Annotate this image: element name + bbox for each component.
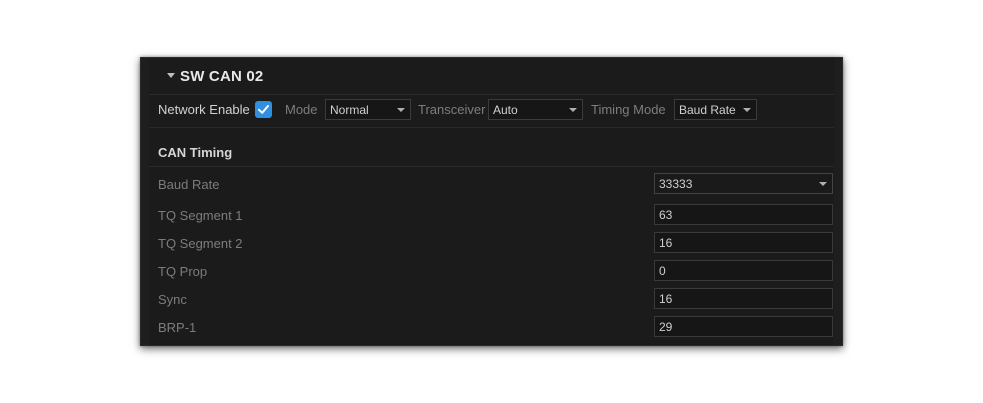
mode-select-value: Normal [330,103,369,117]
divider [149,127,834,128]
sync-input[interactable]: 16 [654,288,833,309]
tq-segment-1-label: TQ Segment 1 [158,208,243,223]
network-enable-label: Network Enable [158,102,250,117]
panel-title: SW CAN 02 [180,68,264,85]
panel-body: SW CAN 02 Network Enable Mode Normal Tra… [149,58,834,345]
timing-mode-select[interactable]: Baud Rate [674,99,757,120]
chevron-down-icon [397,108,405,112]
tq-prop-value: 0 [659,264,666,278]
transceiver-label: Transceiver [418,102,486,117]
baud-rate-row: Baud Rate 33333 [149,173,834,197]
baud-rate-label: Baud Rate [158,177,220,192]
tq-segment-2-value: 16 [659,236,673,250]
baud-rate-select[interactable]: 33333 [654,173,833,194]
mode-select[interactable]: Normal [325,99,411,120]
sw-can-settings-panel: SW CAN 02 Network Enable Mode Normal Tra… [140,57,843,346]
sync-label: Sync [158,292,187,307]
collapse-caret-icon[interactable] [167,73,175,78]
tq-segment-1-row: TQ Segment 1 63 [149,204,834,228]
baud-rate-value: 33333 [659,177,693,191]
can-timing-heading: CAN Timing [158,145,233,160]
tq-prop-row: TQ Prop 0 [149,260,834,284]
brp-value: 29 [659,320,673,334]
brp-input[interactable]: 29 [654,316,833,337]
brp-label: BRP-1 [158,320,197,335]
tq-segment-2-row: TQ Segment 2 16 [149,232,834,256]
brp-row: BRP-1 29 [149,316,834,340]
checkmark-icon [258,105,269,114]
network-enable-checkbox[interactable] [255,101,272,118]
sync-value: 16 [659,292,673,306]
chevron-down-icon [819,182,827,186]
transceiver-select-value: Auto [493,103,518,117]
panel-header[interactable]: SW CAN 02 [149,58,834,95]
timing-mode-label: Timing Mode [591,102,666,117]
tq-segment-2-input[interactable]: 16 [654,232,833,253]
timing-mode-select-value: Baud Rate [679,103,736,117]
tq-prop-label: TQ Prop [158,264,208,279]
transceiver-select[interactable]: Auto [488,99,583,120]
tq-segment-1-value: 63 [659,208,673,222]
tq-prop-input[interactable]: 0 [654,260,833,281]
tq-segment-1-input[interactable]: 63 [654,204,833,225]
divider [149,166,834,167]
network-options-row: Network Enable Mode Normal Transceiver A… [149,95,834,125]
sync-row: Sync 16 [149,288,834,312]
tq-segment-2-label: TQ Segment 2 [158,236,243,251]
chevron-down-icon [569,108,577,112]
mode-label: Mode [285,102,318,117]
chevron-down-icon [743,108,751,112]
